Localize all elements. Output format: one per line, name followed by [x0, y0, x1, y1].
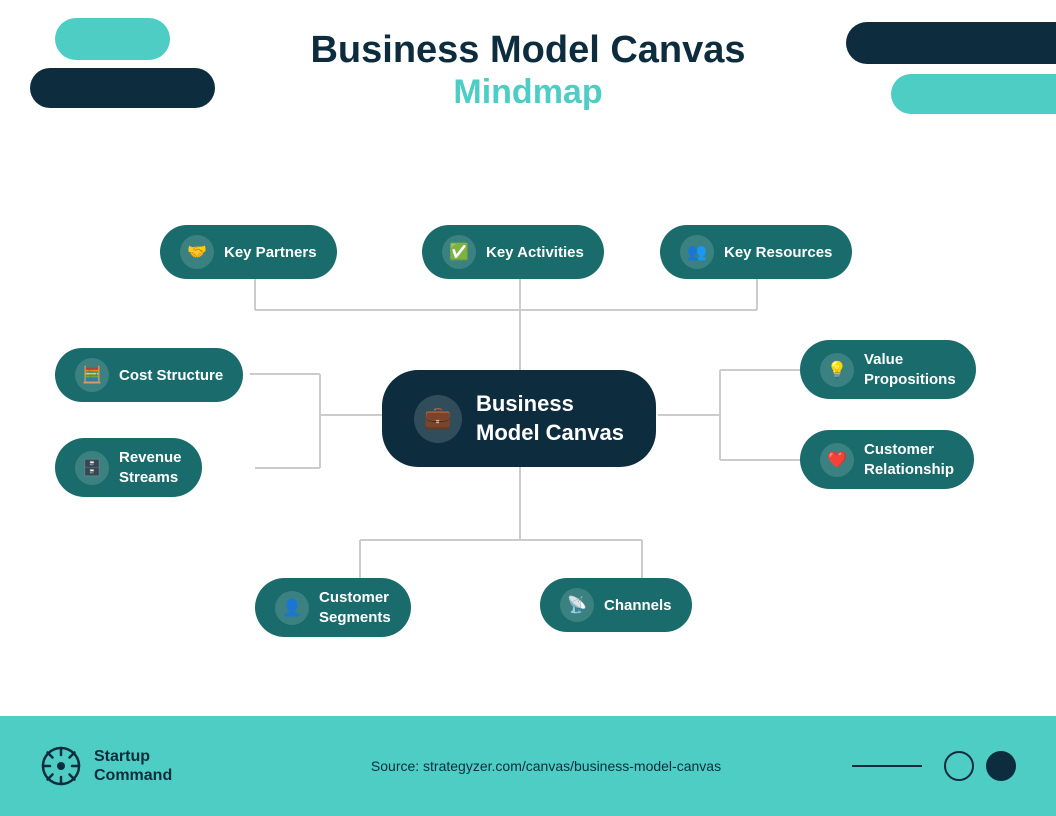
customer-segments-icon: 👤: [275, 591, 309, 625]
revenue-streams-icon: 🗄️: [75, 451, 109, 485]
key-partners-node: 🤝 Key Partners: [160, 225, 337, 279]
value-propositions-icon: 💡: [820, 353, 854, 387]
key-resources-icon: 👥: [680, 235, 714, 269]
footer-brand: StartupCommand: [40, 745, 240, 787]
revenue-streams-node: 🗄️ RevenueStreams: [55, 438, 202, 497]
key-resources-node: 👥 Key Resources: [660, 225, 852, 279]
center-node: 💼 BusinessModel Canvas: [382, 370, 656, 467]
customer-relationship-node: ❤️ CustomerRelationship: [800, 430, 974, 489]
footer-dot-teal: [944, 751, 974, 781]
key-partners-icon: 🤝: [180, 235, 214, 269]
key-partners-label: Key Partners: [224, 244, 317, 261]
channels-node: 📡 Channels: [540, 578, 692, 632]
canvas-area: 💼 BusinessModel Canvas 🤝 Key Partners ✅ …: [0, 170, 1056, 716]
brand-name: StartupCommand: [94, 747, 172, 785]
center-icon: 💼: [414, 395, 462, 443]
value-propositions-label: ValuePropositions: [864, 350, 956, 389]
footer-dot-dark: [986, 751, 1016, 781]
footer: StartupCommand Source: strategyzer.com/c…: [0, 716, 1056, 816]
brand-logo-icon: [40, 745, 82, 787]
channels-icon: 📡: [560, 588, 594, 622]
page-subtitle: Mindmap: [0, 72, 1056, 113]
revenue-streams-label: RevenueStreams: [119, 448, 182, 487]
cost-structure-icon: 🧮: [75, 358, 109, 392]
customer-relationship-label: CustomerRelationship: [864, 440, 954, 479]
channels-label: Channels: [604, 597, 672, 614]
value-propositions-node: 💡 ValuePropositions: [800, 340, 976, 399]
center-label: BusinessModel Canvas: [476, 390, 624, 447]
key-resources-label: Key Resources: [724, 244, 832, 261]
cost-structure-node: 🧮 Cost Structure: [55, 348, 243, 402]
footer-dots: [852, 751, 1016, 781]
header: Business Model Canvas Mindmap: [0, 30, 1056, 113]
footer-source: Source: strategyzer.com/canvas/business-…: [240, 758, 852, 774]
key-activities-node: ✅ Key Activities: [422, 225, 604, 279]
customer-segments-node: 👤 CustomerSegments: [255, 578, 411, 637]
key-activities-label: Key Activities: [486, 244, 584, 261]
customer-segments-label: CustomerSegments: [319, 588, 391, 627]
cost-structure-label: Cost Structure: [119, 367, 223, 384]
customer-relationship-icon: ❤️: [820, 443, 854, 477]
page-title: Business Model Canvas: [0, 30, 1056, 72]
key-activities-icon: ✅: [442, 235, 476, 269]
footer-line: [852, 765, 922, 767]
